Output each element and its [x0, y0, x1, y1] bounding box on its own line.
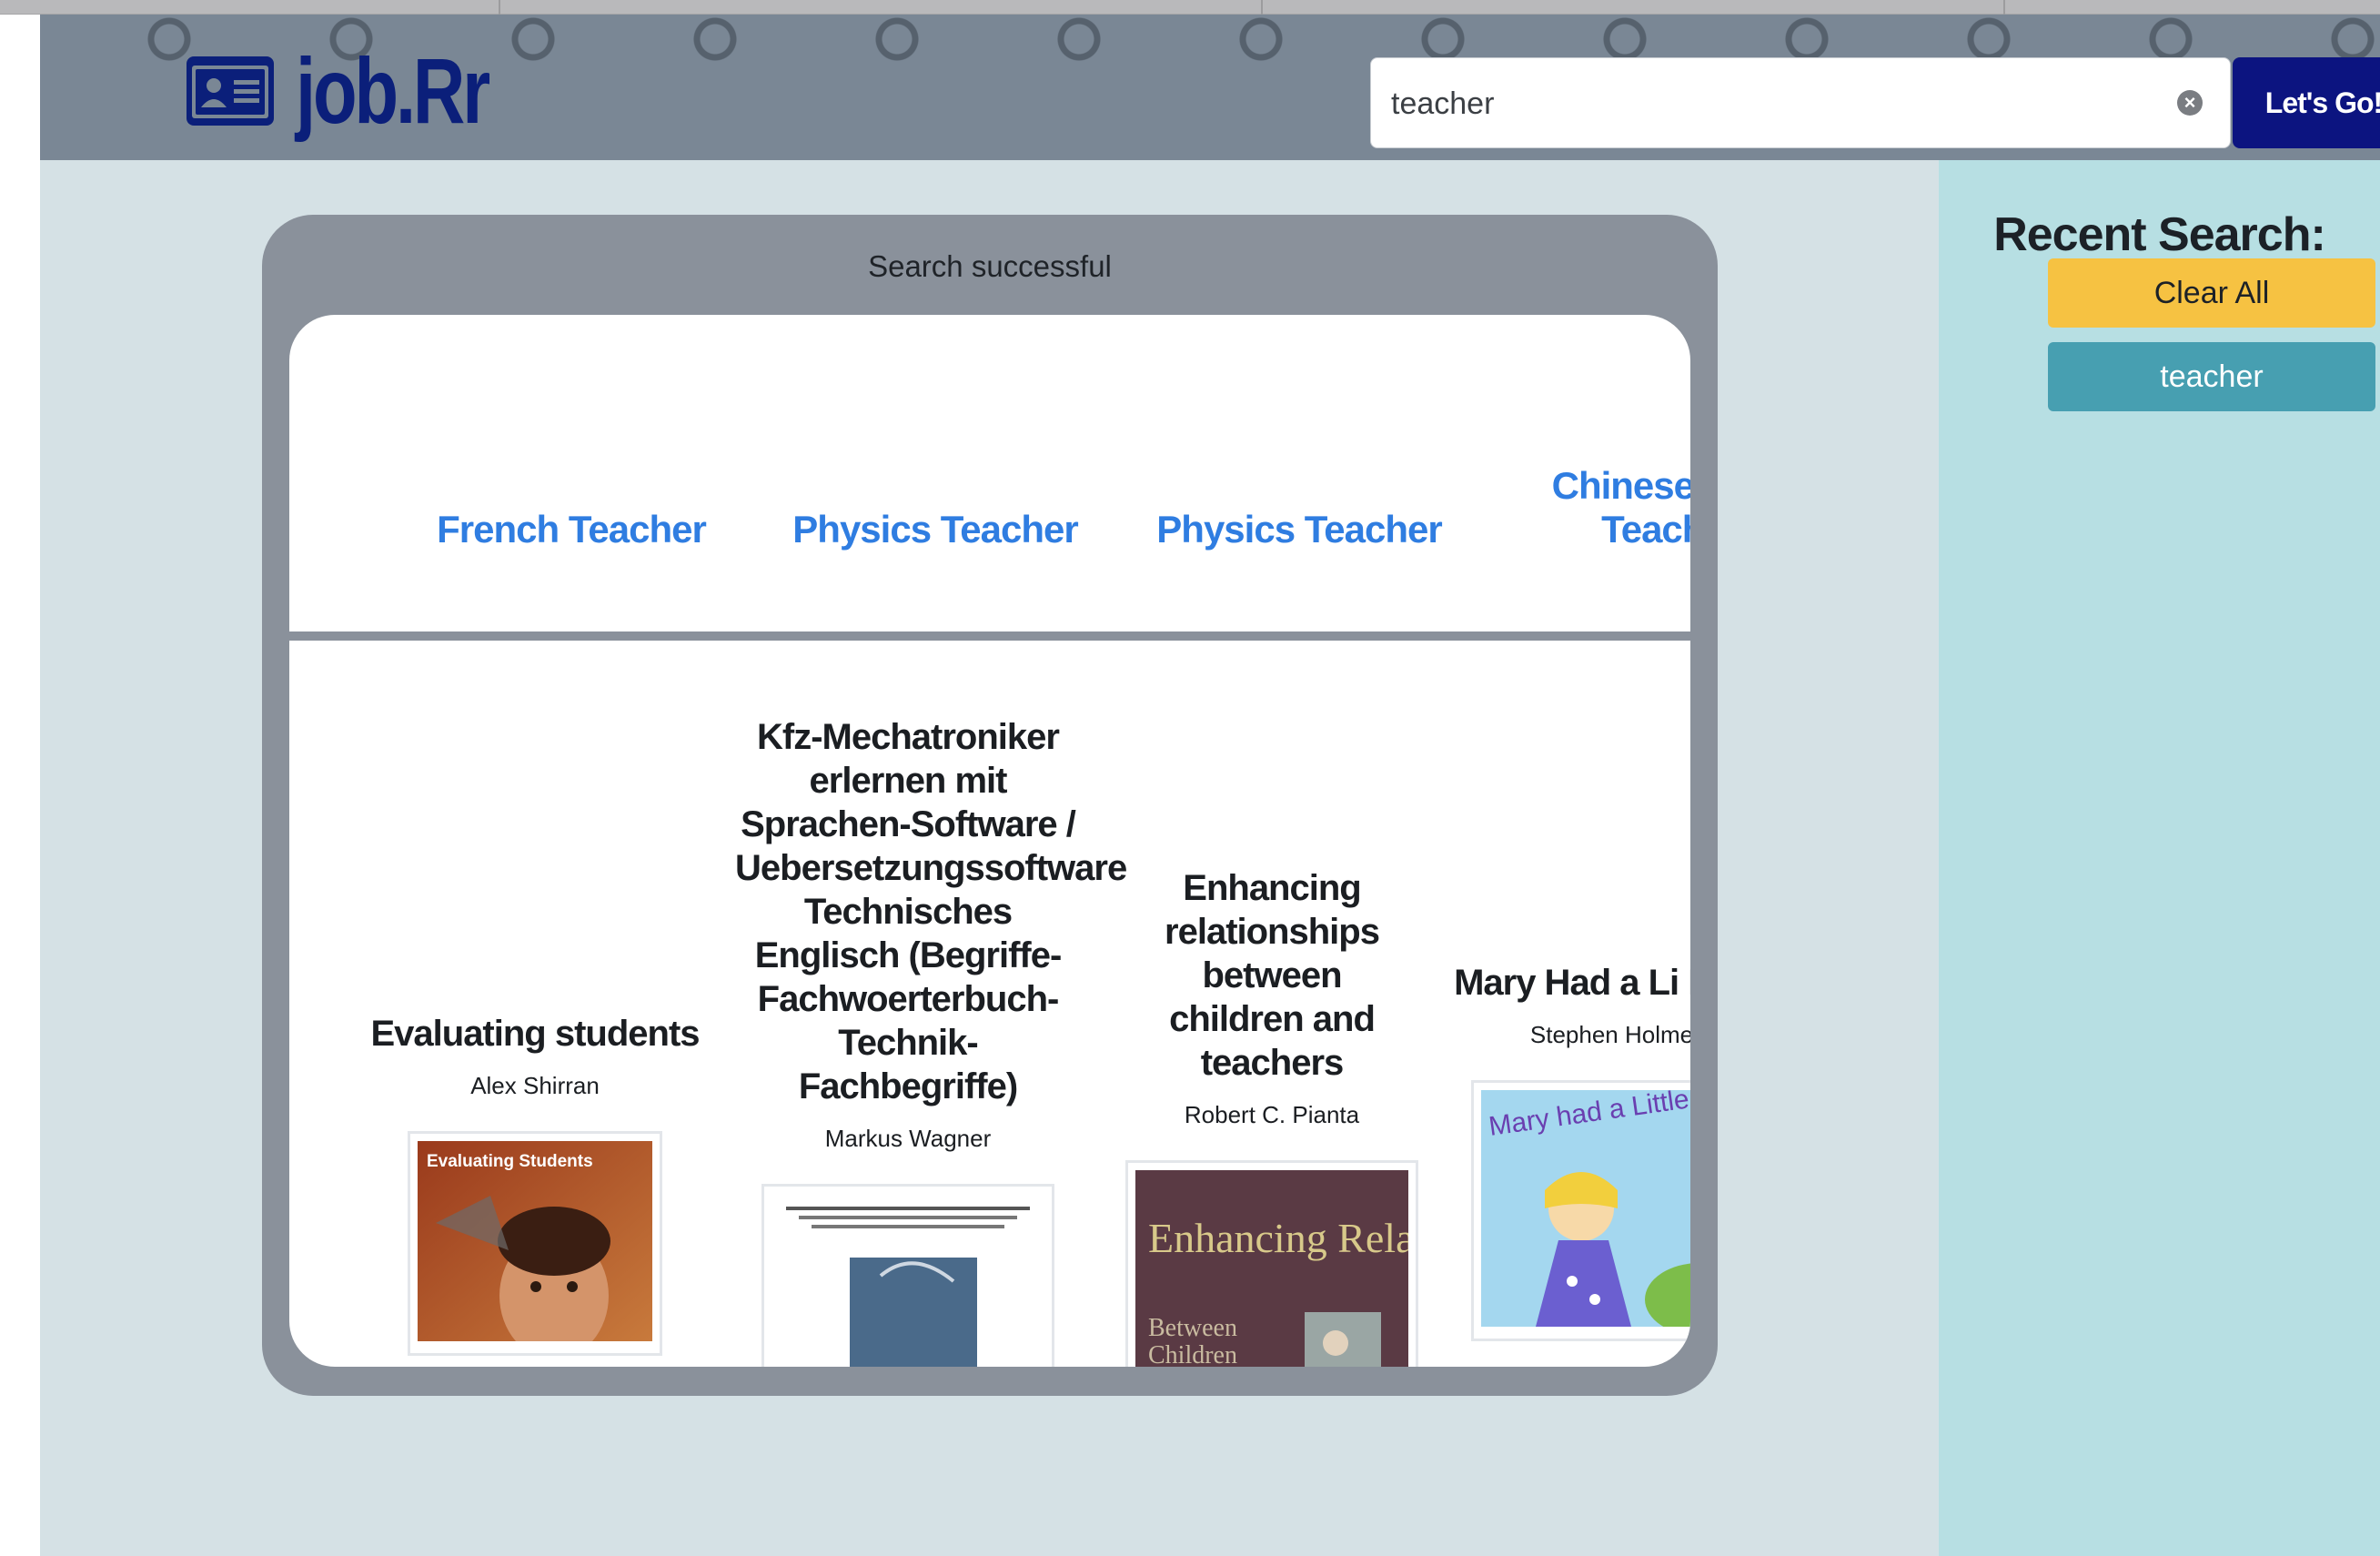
book-title: Kfz-Mechatroniker erlernen mit Sprachen-…	[735, 717, 1127, 1106]
search-status: Search successful	[868, 249, 1112, 283]
search-box: ×	[1370, 57, 2231, 148]
tab-separator	[499, 0, 500, 15]
svg-text:Children: Children	[1148, 1341, 1237, 1367]
job-result-link[interactable]: Physics Teacher	[762, 508, 1108, 551]
book-author: Stephen Holmes	[1529, 1021, 1690, 1048]
job-result-link[interactable]: French Teacher	[398, 508, 744, 551]
book-cover-image: Evaluating Students	[418, 1141, 652, 1359]
site-header: job.Rr × Let's Go!	[40, 15, 2380, 160]
job-result-link[interactable]: Chinese / Ma Teache	[1490, 464, 1690, 551]
svg-text:Evaluating Students: Evaluating Students	[427, 1152, 593, 1171]
id-card-icon	[187, 56, 274, 126]
page-viewport: job.Rr × Let's Go! Search successful Fre…	[40, 15, 2380, 1556]
book-cover[interactable]: Enhancing Relationships Between Children	[1125, 1160, 1566, 1367]
book-cover[interactable]	[761, 1184, 1054, 1367]
recent-search-item[interactable]: teacher	[2048, 342, 2375, 411]
clear-circle-icon[interactable]: ×	[2177, 90, 2203, 116]
clear-all-button[interactable]: Clear All	[2048, 258, 2375, 328]
book-cover-image: Mary had a Little	[1481, 1084, 1690, 1336]
book-cover[interactable]: Evaluating Students	[408, 1131, 662, 1359]
book-title: Enhancing relationships between children…	[1165, 868, 1380, 1083]
site-logo[interactable]: job.Rr	[187, 36, 542, 146]
recent-search-sidebar: Recent Search: Clear All teacher	[1939, 160, 2380, 1556]
job-result-link[interactable]: Physics Teacher	[1126, 508, 1472, 551]
search-submit-button[interactable]: Let's Go!	[2233, 57, 2380, 148]
svg-text:Enhancing Relationships: Enhancing Relationships	[1148, 1215, 1408, 1261]
search-input[interactable]	[1391, 76, 2155, 131]
book-card[interactable]: Enhancing relationships between children…	[1099, 866, 1566, 1367]
book-card[interactable]: Evaluating students Alex Shirran Evaluat…	[362, 1012, 708, 1359]
book-author: Alex Shirran	[470, 1072, 600, 1099]
svg-text:Between: Between	[1148, 1314, 1237, 1342]
book-author: Robert C. Pianta	[1184, 1101, 1360, 1128]
book-author: Markus Wagner	[824, 1125, 992, 1152]
tab-separator	[2003, 0, 2005, 15]
book-results-strip[interactable]: Evaluating students Alex Shirran Evaluat…	[289, 641, 1690, 1367]
book-cover[interactable]: Mary had a Little	[1471, 1080, 1690, 1341]
book-card[interactable]: Mary Had a Li Lamb Stephen Holmes Mary h…	[1445, 961, 1690, 1341]
results-panel: Search successful French Teacher Physics…	[262, 215, 1718, 1396]
book-card[interactable]: Kfz-Mechatroniker erlernen mit Sprachen-…	[735, 715, 1127, 1367]
book-cover-image	[771, 1194, 1044, 1367]
results-content: French Teacher Physics Teacher Physics T…	[289, 315, 1690, 1367]
browser-tab-strip	[0, 0, 2380, 15]
book-title: Mary Had a Li Lamb	[1454, 963, 1690, 1003]
tab-separator	[1261, 0, 1263, 15]
logo-text: job.Rr	[296, 39, 490, 143]
book-title: Evaluating students	[370, 1014, 700, 1054]
job-results-strip[interactable]: French Teacher Physics Teacher Physics T…	[289, 315, 1690, 631]
book-cover-image: Enhancing Relationships Between Children	[1135, 1170, 1566, 1367]
recent-search-title: Recent Search:	[1993, 208, 2326, 261]
